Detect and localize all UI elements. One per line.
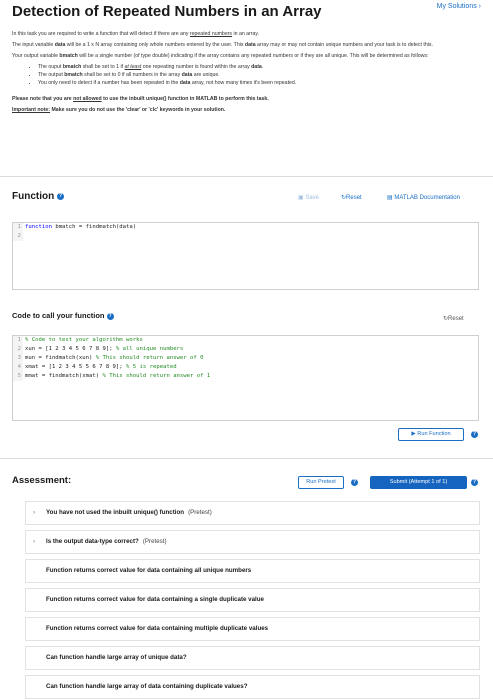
desc-paragraph-1: In this task you are required to write a… <box>12 31 260 37</box>
assessment-item[interactable]: Can function handle large array of uniqu… <box>25 646 480 670</box>
problem-description: In this task you are required to write a… <box>12 30 482 117</box>
call-section-title: Code to call your function ? <box>12 311 114 320</box>
info-icon[interactable]: ? <box>57 192 64 200</box>
desc-paragraph-3: Your output variable bmatch will be a si… <box>12 53 429 59</box>
divider <box>0 458 493 459</box>
assessment-title: Assessment: <box>12 475 72 486</box>
help-icon[interactable]: ? <box>471 479 478 486</box>
function-code-editor[interactable]: 1 function bmatch = findmatch(data) 2 <box>12 222 479 290</box>
reset-call-button[interactable]: ↻Reset <box>443 315 464 322</box>
assessment-item[interactable]: › Is the output data-type correct? (Pretes… <box>25 530 480 554</box>
chevron-right-icon: › <box>33 509 36 516</box>
reset-button[interactable]: ↻Reset <box>341 194 362 201</box>
rule-item: The output bmatch shall be set to 0 if a… <box>38 71 482 79</box>
documentation-icon: ▤ <box>387 195 393 201</box>
code-line: 4 xmat = [1 2 3 4 5 5 6 7 8 9]; % 5 is re… <box>13 363 478 372</box>
play-icon: ▶ <box>411 431 416 437</box>
submit-button[interactable]: Submit (Attempt 1 of 1) <box>370 476 467 489</box>
code-line: 2 <box>13 232 478 241</box>
save-icon: ▣ <box>298 195 304 201</box>
help-icon[interactable]: ? <box>471 431 478 438</box>
page-title: Detection of Repeated Numbers in an Arra… <box>12 3 322 20</box>
assessment-item[interactable]: Function returns correct value for data … <box>25 617 480 641</box>
assessment-item[interactable]: › You have not used the inbuilt unique() … <box>25 501 480 525</box>
desc-paragraph-2: The input variable data will be a 1 x N … <box>12 42 433 48</box>
matlab-documentation-link[interactable]: ▤ MATLAB Documentation <box>387 194 460 201</box>
call-code-editor[interactable]: 1% Code to test your algorithm works 2 xu… <box>12 335 479 421</box>
run-pretest-button[interactable]: Run Pretest <box>298 476 344 489</box>
run-function-button[interactable]: ▶ Run Function <box>398 428 464 441</box>
rule-item: You only need to detect if a number has … <box>38 79 482 87</box>
function-section-title: Function ? <box>12 191 64 202</box>
code-line: 3 mun = findmatch(xun) % This should retu… <box>13 354 478 363</box>
assessment-item[interactable]: Function returns correct value for data … <box>25 588 480 612</box>
help-icon[interactable]: ? <box>351 479 358 486</box>
note-clear: Important note: Make sure you do not use… <box>12 107 226 113</box>
save-button[interactable]: ▣ Save <box>298 194 319 201</box>
divider <box>0 176 493 177</box>
info-icon[interactable]: ? <box>106 312 114 320</box>
assessment-item[interactable]: Function returns correct value for data … <box>25 559 480 583</box>
chevron-right-icon: › <box>33 538 36 545</box>
code-line: 5 mmat = findmatch(xmat) % This should re… <box>13 372 478 381</box>
my-solutions-link[interactable]: My Solutions › <box>437 3 481 10</box>
rule-item: The ouput bmatch shall be set to 1 if at… <box>38 63 482 71</box>
code-line: 1% Code to test your algorithm works <box>13 336 478 345</box>
code-line: 1 function bmatch = findmatch(data) <box>13 223 478 232</box>
rules-list: The ouput bmatch shall be set to 1 if at… <box>38 63 482 87</box>
note-unique: Please note that you are not allowed to … <box>12 96 269 102</box>
code-line: 2 xun = [1 2 3 4 5 6 7 8 9]; % all unique… <box>13 345 478 354</box>
assessment-item[interactable]: Can function handle large array of data … <box>25 675 480 699</box>
